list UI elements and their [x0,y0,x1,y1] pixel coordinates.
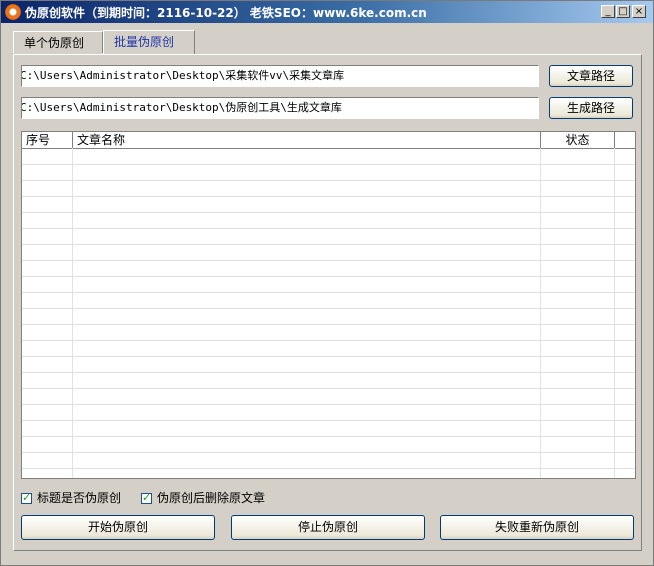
tab-single-rewrite[interactable]: 单个伪原创 [13,31,103,53]
table-row[interactable] [22,213,635,229]
table-row[interactable] [22,149,635,165]
table-row[interactable] [22,309,635,325]
table-row[interactable] [22,437,635,453]
table-row[interactable] [22,357,635,373]
table-row[interactable] [22,453,635,469]
table-row[interactable] [22,181,635,197]
column-header-index[interactable]: 序号 [22,132,73,148]
column-header-filler [615,132,635,148]
table-row[interactable] [22,389,635,405]
table-row[interactable] [22,373,635,389]
table-header: 序号 文章名称 状态 [22,132,635,149]
output-path-button[interactable]: 生成路径 [549,97,633,119]
app-logo-icon [5,4,21,20]
article-path-button[interactable]: 文章路径 [549,65,633,87]
table-row[interactable] [22,261,635,277]
table-row[interactable] [22,405,635,421]
tab-batch-rewrite[interactable]: 批量伪原创 [103,30,195,54]
app-window: 伪原创软件（到期时间：2116-10-22） 老铁SEO：www.6ke.com… [0,0,654,566]
title-bar[interactable]: 伪原创软件（到期时间：2116-10-22） 老铁SEO：www.6ke.com… [1,1,653,23]
retry-failed-button[interactable]: 失败重新伪原创 [440,515,634,540]
delete-after-checkbox[interactable] [141,491,152,505]
column-header-title[interactable]: 文章名称 [73,132,541,148]
window-title: 伪原创软件（到期时间：2116-10-22） 老铁SEO：www.6ke.com… [25,6,427,20]
article-table[interactable]: 序号 文章名称 状态 [21,131,636,479]
column-divider [540,148,541,478]
table-row[interactable] [22,325,635,341]
output-path-input[interactable]: C:\Users\Administrator\Desktop\伪原创工具\生成文… [21,97,539,119]
start-rewrite-button[interactable]: 开始伪原创 [21,515,215,540]
table-row[interactable] [22,165,635,181]
maximize-button[interactable]: □ [616,5,630,18]
close-button[interactable]: × [632,5,646,18]
table-row[interactable] [22,341,635,357]
table-row[interactable] [22,421,635,437]
column-divider [72,148,73,478]
table-row[interactable] [22,229,635,245]
column-divider [614,148,615,478]
table-row[interactable] [22,293,635,309]
stop-rewrite-button[interactable]: 停止伪原创 [231,515,425,540]
title-pseudo-checkbox[interactable] [21,491,32,505]
column-header-status[interactable]: 状态 [541,132,615,148]
table-row[interactable] [22,277,635,293]
minimize-button[interactable]: _ [601,5,615,18]
table-row[interactable] [22,197,635,213]
delete-after-label: 伪原创后删除原文章 [157,491,266,505]
title-pseudo-option[interactable]: 标题是否伪原创 [21,491,121,505]
article-path-input[interactable]: C:\Users\Administrator\Desktop\采集软件vv\采集… [21,65,539,87]
table-row[interactable] [22,245,635,261]
delete-after-option[interactable]: 伪原创后删除原文章 [141,491,265,505]
title-pseudo-label: 标题是否伪原创 [37,491,122,505]
